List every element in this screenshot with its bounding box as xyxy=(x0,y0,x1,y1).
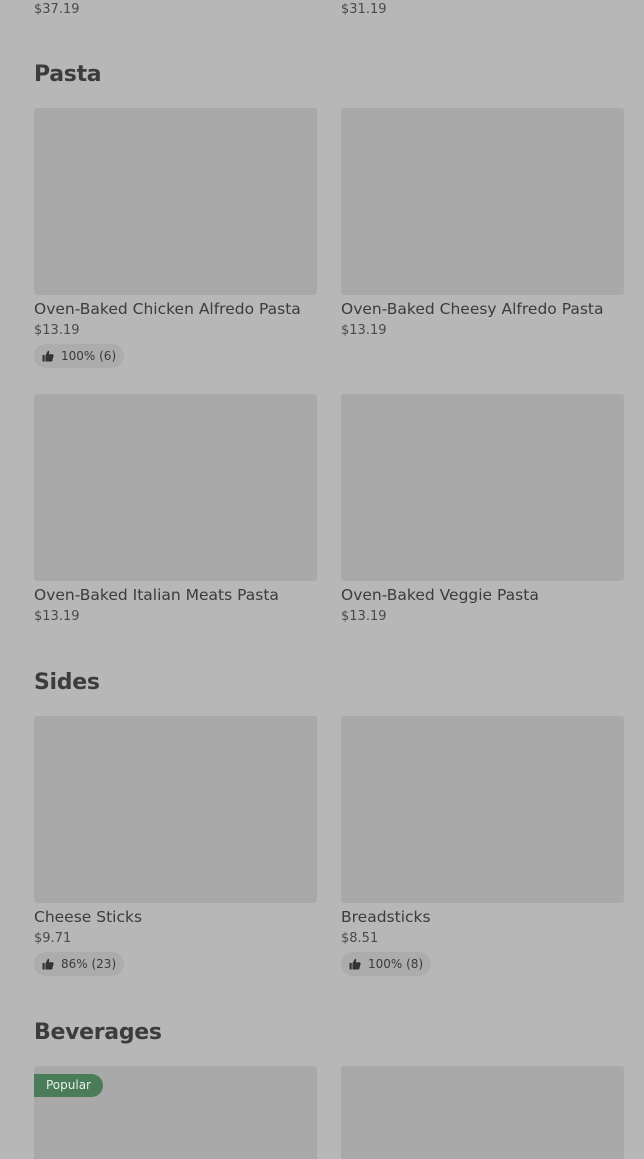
rating-badge: 100% (6) xyxy=(34,344,125,368)
rating-text: 100% (8) xyxy=(368,957,424,971)
item-name: Breadsticks xyxy=(341,908,431,926)
item-image xyxy=(341,108,624,295)
thumbs-up-icon xyxy=(42,350,54,362)
menu-item-chicken-alfredo[interactable]: Oven-Baked Chicken Alfredo Pasta $13.19 … xyxy=(34,108,317,368)
item-image xyxy=(34,108,317,295)
section-title-beverages: Beverages xyxy=(34,1020,162,1045)
item-image xyxy=(341,1066,624,1159)
item-name: Oven-Baked Veggie Pasta xyxy=(341,586,539,604)
item-price: $13.19 xyxy=(341,609,387,624)
menu-item-cheese-sticks[interactable]: Cheese Sticks $9.71 86% (23) xyxy=(34,716,317,976)
item-price: $13.19 xyxy=(34,609,80,624)
menu-item-veggie-pasta[interactable]: Oven-Baked Veggie Pasta $13.19 xyxy=(341,394,624,624)
item-image xyxy=(34,716,317,903)
item-name: Oven-Baked Italian Meats Pasta xyxy=(34,586,279,604)
rating-badge: 100% (8) xyxy=(341,952,432,976)
menu-item-cheesy-alfredo[interactable]: Oven-Baked Cheesy Alfredo Pasta $13.19 xyxy=(341,108,624,338)
menu-item-breadsticks[interactable]: Breadsticks $8.51 100% (8) xyxy=(341,716,624,976)
item-image xyxy=(34,394,317,581)
item-price: $13.19 xyxy=(34,323,80,338)
popular-badge: Popular xyxy=(34,1074,103,1097)
rating-badge: 86% (23) xyxy=(34,952,125,976)
item-price: $9.71 xyxy=(34,931,72,946)
previous-row-prices: $37.19 $31.19 xyxy=(34,2,624,22)
item-image: Popular xyxy=(34,1066,317,1159)
item-image xyxy=(341,716,624,903)
menu-item-italian-meats[interactable]: Oven-Baked Italian Meats Pasta $13.19 xyxy=(34,394,317,624)
item-image xyxy=(341,394,624,581)
menu-item-beverage[interactable]: Popular xyxy=(34,1066,317,1159)
section-title-sides: Sides xyxy=(34,670,100,695)
item-price: $37.19 xyxy=(34,2,80,17)
item-name: Oven-Baked Chicken Alfredo Pasta xyxy=(34,300,301,318)
item-name: Cheese Sticks xyxy=(34,908,143,926)
rating-text: 100% (6) xyxy=(61,349,117,363)
item-name: Oven-Baked Cheesy Alfredo Pasta xyxy=(341,300,604,318)
section-title-pasta: Pasta xyxy=(34,62,102,87)
item-price: $8.51 xyxy=(341,931,379,946)
item-price: $31.19 xyxy=(341,2,387,17)
thumbs-up-icon xyxy=(42,958,54,970)
thumbs-up-icon xyxy=(349,958,361,970)
item-price: $13.19 xyxy=(341,323,387,338)
rating-text: 86% (23) xyxy=(61,957,117,971)
menu-page: $37.19 $31.19 Pasta Oven-Baked Chicken A… xyxy=(0,0,644,1159)
menu-item-beverage[interactable] xyxy=(341,1066,624,1159)
